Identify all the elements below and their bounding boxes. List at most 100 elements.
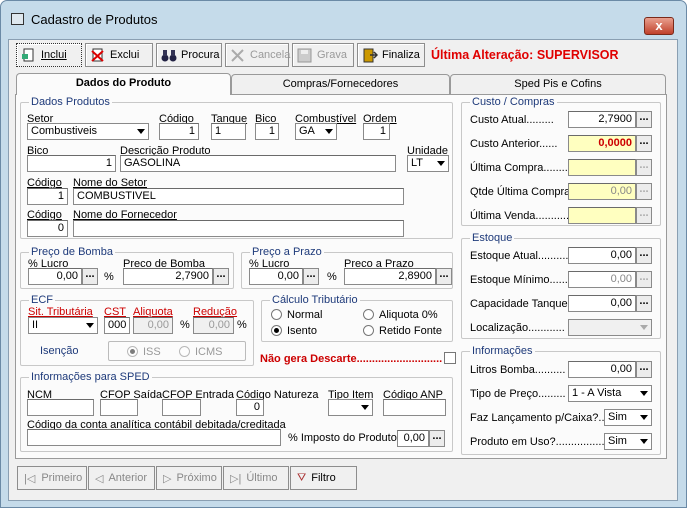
tanque-field[interactable]: 1	[211, 123, 246, 140]
bico-field[interactable]: 1	[255, 123, 279, 140]
estoque-minimo-field[interactable]: 0,00	[568, 271, 636, 288]
litros-bomba-ellipsis-button[interactable]: ...	[636, 361, 652, 378]
cfop-saida-field[interactable]	[100, 399, 138, 416]
qtde-ultima-compra-field[interactable]: 0,00	[568, 183, 636, 200]
normal-radio[interactable]	[271, 309, 282, 320]
retido-fonte-radio[interactable]	[363, 325, 374, 336]
cancelar-button[interactable]: Cancela	[225, 43, 290, 67]
capacidade-tanque-field[interactable]: 0,00	[568, 295, 636, 312]
custo-atual-ellipsis-button[interactable]: ...	[636, 111, 652, 128]
proximo-button[interactable]: ▷ Próximo	[156, 466, 222, 490]
bomba-preco-ellipsis-button[interactable]: ...	[213, 268, 229, 285]
estoque-minimo-ellipsis-button[interactable]: ...	[636, 271, 652, 288]
setor-select[interactable]: Combustiveis	[27, 123, 149, 140]
prazo-preco-field[interactable]: 2,8900	[344, 268, 436, 285]
prazo-pct-label: %	[327, 271, 337, 283]
last-change-label: Última Alteração: SUPERVISOR	[431, 48, 619, 62]
estoque-atual-ellipsis-button[interactable]: ...	[636, 247, 652, 264]
codigo-setor-field[interactable]: 1	[27, 188, 68, 205]
conta-analitica-field[interactable]	[27, 429, 281, 446]
sit-tributaria-select[interactable]: II	[28, 317, 98, 334]
cst-field[interactable]: 000	[104, 317, 130, 334]
ncm-field[interactable]	[27, 399, 94, 416]
tab-dados-produto[interactable]: Dados do Produto	[16, 73, 231, 95]
gravar-button[interactable]: Grava	[292, 43, 354, 67]
isento-radio[interactable]	[271, 325, 282, 336]
bomba-lucro-ellipsis-button[interactable]: ...	[82, 268, 98, 285]
aliquota-pct: %	[180, 319, 190, 331]
ultimo-button[interactable]: ▷| Último	[223, 466, 289, 490]
reducao-field[interactable]: 0,00	[193, 317, 234, 334]
cfop-entrada-field[interactable]	[162, 399, 201, 416]
close-button[interactable]: x	[644, 17, 674, 35]
bomba-preco-field[interactable]: 2,7900	[123, 268, 213, 285]
tab-compras-fornecedores[interactable]: Compras/Fornecedores	[231, 74, 450, 95]
normal-label: Normal	[287, 309, 323, 321]
exit-door-icon	[362, 48, 379, 63]
prazo-preco-ellipsis-button[interactable]: ...	[436, 268, 452, 285]
ultima-compra-field[interactable]	[568, 159, 636, 176]
capacidade-tanque-label: Capacidade Tanque.	[470, 298, 571, 310]
faz-lancamento-select[interactable]: Sim	[604, 409, 652, 426]
bomba-lucro-field[interactable]: 0,00	[28, 268, 82, 285]
codigo-anp-field[interactable]	[383, 399, 446, 416]
prazo-lucro-field[interactable]: 0,00	[249, 268, 303, 285]
next-icon: ▷	[163, 472, 172, 485]
estoque-atual-field[interactable]: 0,00	[568, 247, 636, 264]
ultima-compra-ellipsis-button[interactable]: ...	[636, 159, 652, 176]
procurar-button[interactable]: Procura	[156, 43, 222, 67]
tipo-preco-select[interactable]: 1 - A Vista	[568, 385, 652, 402]
excluir-button[interactable]: Exclui	[85, 43, 153, 67]
qtde-ultima-compra-ellipsis-button[interactable]: ...	[636, 183, 652, 200]
nao-gera-descarte-checkbox[interactable]	[444, 352, 456, 364]
tab-sped-pis-cofins[interactable]: Sped Pis e Cofins	[450, 74, 666, 95]
aliquota-zero-radio[interactable]	[363, 309, 374, 320]
imposto-produto-field[interactable]: 0,00	[397, 430, 429, 447]
codigo-natureza-field[interactable]: 0	[236, 399, 264, 416]
filtro-button[interactable]: ⛛ Filtro	[290, 466, 357, 490]
new-document-icon	[21, 48, 37, 63]
reducao-pct: %	[237, 319, 247, 331]
iss-radio[interactable]	[127, 346, 138, 357]
ultima-venda-field[interactable]	[568, 207, 636, 224]
custo-anterior-ellipsis-button[interactable]: ...	[636, 135, 652, 152]
app-icon	[11, 13, 24, 25]
codigo-fornecedor-field[interactable]: 0	[27, 220, 68, 237]
nome-setor-field[interactable]: COMBUSTIVEL	[73, 188, 404, 205]
icms-radio[interactable]	[179, 346, 190, 357]
imposto-produto-label: % Imposto do Produto	[288, 432, 397, 444]
incluir-button[interactable]: Inclui	[16, 43, 82, 67]
qtde-ultima-compra-label: Qtde Última Compra..	[470, 186, 577, 198]
imposto-ellipsis-button[interactable]: ...	[429, 430, 445, 447]
delete-icon	[90, 48, 106, 63]
tipo-item-select[interactable]	[328, 399, 373, 416]
tipo-preco-label: Tipo de Preço.........	[470, 388, 566, 400]
estoque-minimo-label: Estoque Mínimo........	[470, 274, 574, 286]
descricao-field[interactable]: GASOLINA	[120, 155, 396, 172]
localizacao-select[interactable]	[568, 319, 652, 336]
aliquota-field[interactable]: 0,00	[133, 317, 173, 334]
anterior-button[interactable]: ◁ Anterior	[88, 466, 155, 490]
combustivel-select[interactable]: GA	[295, 123, 337, 140]
finalizar-button[interactable]: Finaliza	[357, 43, 425, 67]
produto-em-uso-select[interactable]: Sim	[604, 433, 652, 450]
cancel-icon	[230, 48, 246, 63]
codigo-field[interactable]: 1	[159, 123, 199, 140]
isencao-label: Isenção	[40, 345, 79, 357]
capacidade-tanque-ellipsis-button[interactable]: ...	[636, 295, 652, 312]
save-icon	[297, 48, 313, 63]
window-title: Cadastro de Produtos	[31, 12, 158, 27]
litros-bomba-field[interactable]: 0,00	[568, 361, 636, 378]
prazo-lucro-ellipsis-button[interactable]: ...	[303, 268, 319, 285]
icms-label: ICMS	[195, 346, 223, 358]
isento-label: Isento	[287, 325, 317, 337]
unidade-select[interactable]: LT	[407, 155, 449, 172]
custo-anterior-field[interactable]: 0,0000	[568, 135, 636, 152]
ultima-venda-ellipsis-button[interactable]: ...	[636, 207, 652, 224]
primeiro-button[interactable]: |◁ Primeiro	[17, 466, 87, 490]
ordem-field[interactable]: 1	[363, 123, 390, 140]
bomba-pct-label: %	[104, 271, 114, 283]
nome-fornecedor-field[interactable]	[73, 220, 404, 237]
custo-atual-field[interactable]: 2,7900	[568, 111, 636, 128]
bico2-field[interactable]: 1	[27, 155, 116, 172]
